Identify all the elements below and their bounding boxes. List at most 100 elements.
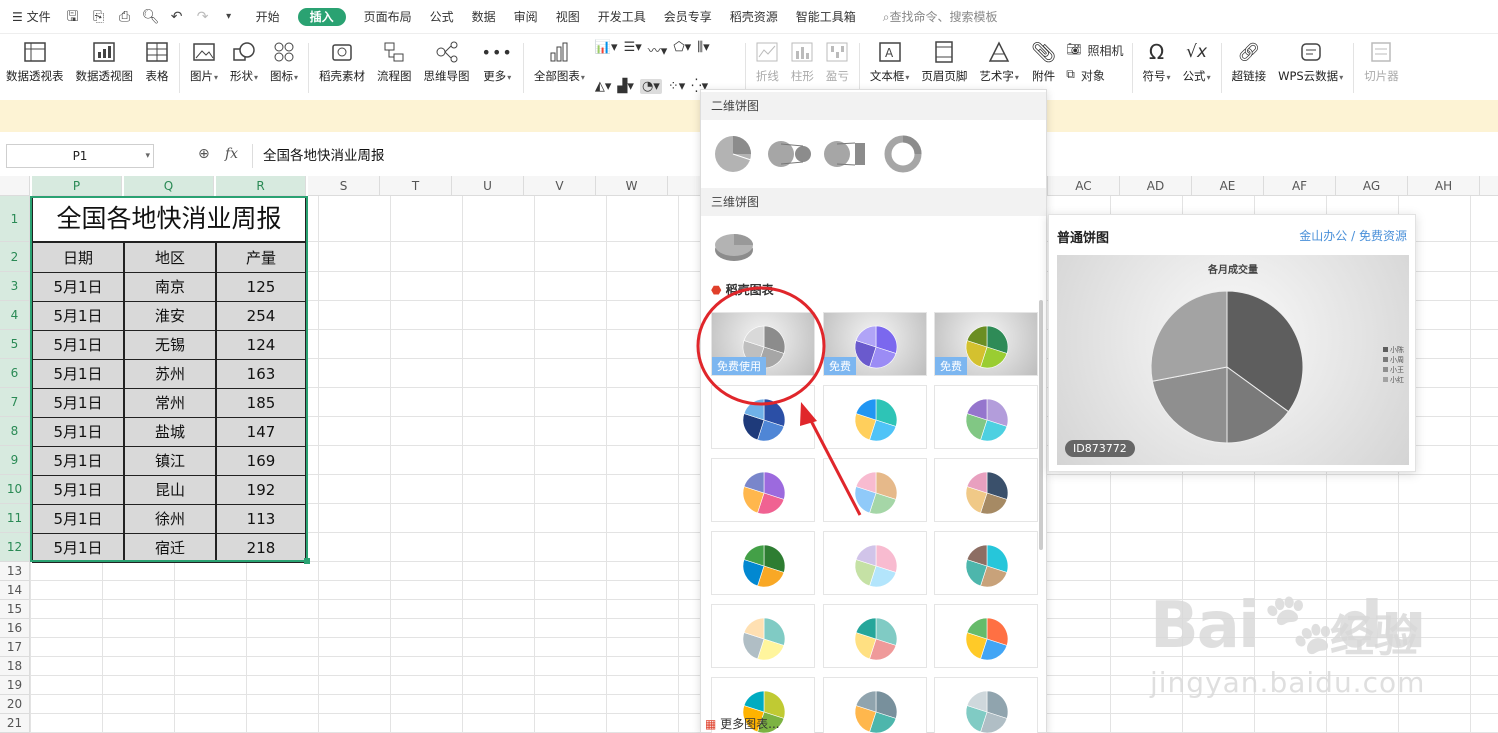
table-cell[interactable]: 124 [216,330,306,360]
table-cell[interactable]: 5月1日 [32,475,124,505]
header-footer-button[interactable]: 页眉页脚 [915,40,973,96]
sparkline-line-button[interactable]: 折线 [750,40,785,96]
row-header[interactable]: 16 [0,619,30,638]
chart-template-thumbnail[interactable]: 免费使用 [711,312,815,376]
tab-member[interactable]: 会员专享 [655,8,721,25]
row-header[interactable]: 2 [0,242,30,272]
symbol-button[interactable]: Ω 符号 [1137,40,1177,96]
shape-button[interactable]: 形状 [224,40,264,96]
table-cell[interactable]: 盐城 [124,417,216,447]
row-header[interactable]: 19 [0,676,30,695]
column-header[interactable]: AI [1480,176,1498,196]
table-cell[interactable]: 218 [216,533,306,563]
chart-template-thumbnail[interactable] [934,385,1038,449]
column-header[interactable]: P [32,176,122,196]
hyperlink-button[interactable]: 🔗︎ 超链接 [1226,40,1273,96]
table-header-cell[interactable]: 地区 [124,242,216,273]
export-icon[interactable]: ⎘ [90,8,108,26]
wordart-button[interactable]: 艺术字 [973,40,1025,96]
sparkline-winloss-button[interactable]: 盈亏 [820,40,855,96]
redo-icon[interactable]: ↷ [194,8,212,26]
tab-developer[interactable]: 开发工具 [589,8,655,25]
tab-formulas[interactable]: 公式 [421,8,463,25]
chart-template-thumbnail[interactable] [711,604,815,668]
table-cell[interactable]: 163 [216,359,306,389]
command-search[interactable]: ⌕查找命令、搜索模板 [865,8,1007,25]
quick-access-dropdown-icon[interactable]: ▾ [220,8,238,26]
bar-chart-icon[interactable]: ☰▾ [624,40,642,59]
column-header[interactable]: S [308,176,380,196]
wps-cloud-data-button[interactable]: WPS云数据 [1272,40,1349,96]
row-header[interactable]: 5 [0,330,30,359]
table-cell[interactable]: 镇江 [124,446,216,476]
table-cell[interactable]: 5月1日 [32,446,124,476]
table-cell[interactable]: 无锡 [124,330,216,360]
fx-icon[interactable]: fx [225,146,238,162]
column-header[interactable]: AH [1408,176,1480,196]
stock-chart-icon[interactable]: ⫼▾ [697,40,710,59]
chart-template-thumbnail[interactable]: 免费 [934,312,1038,376]
pivot-table-button[interactable]: 数据透视表 [0,40,70,96]
column-header[interactable]: W [596,176,668,196]
row-header[interactable]: 8 [0,417,30,446]
chart-template-thumbnail[interactable] [823,385,927,449]
table-cell[interactable]: 5月1日 [32,330,124,360]
print-icon[interactable]: ⎙ [116,8,134,26]
save-icon[interactable]: 🖫 [64,8,82,26]
table-cell[interactable]: 5月1日 [32,272,124,302]
column-header[interactable]: AE [1192,176,1264,196]
table-button[interactable]: 表格 [139,40,175,96]
flowchart-button[interactable]: 流程图 [371,40,418,96]
row-header[interactable]: 6 [0,359,30,388]
row-header[interactable]: 18 [0,657,30,676]
row-header[interactable]: 10 [0,475,30,504]
chart-template-thumbnail[interactable] [934,458,1038,522]
row-header[interactable]: 7 [0,388,30,417]
scatter-chart-icon[interactable]: ⁘▾ [668,79,685,94]
tab-smart-tools[interactable]: 智能工具箱 [787,8,865,25]
textbox-button[interactable]: A 文本框 [864,40,916,96]
table-cell[interactable]: 5月1日 [32,417,124,447]
bar-of-pie-option[interactable] [823,140,869,168]
column-header[interactable]: V [524,176,596,196]
preview-source-name[interactable]: 金山办公 [1299,229,1347,243]
object-button[interactable]: ⧉ 对象 [1066,67,1123,84]
tab-review[interactable]: 审阅 [505,8,547,25]
sparkline-column-button[interactable]: 柱形 [785,40,820,96]
area-chart-icon[interactable]: ◭▾ [595,79,612,94]
chart-template-thumbnail[interactable] [934,531,1038,595]
table-header-cell[interactable]: 产量 [216,242,306,273]
table-cell[interactable]: 常州 [124,388,216,418]
tab-docer[interactable]: 稻壳资源 [721,8,787,25]
row-header[interactable]: 20 [0,695,30,714]
table-cell[interactable]: 5月1日 [32,388,124,418]
tab-home[interactable]: 开始 [242,8,289,25]
dropdown-scrollbar[interactable] [1039,300,1043,550]
table-cell[interactable]: 苏州 [124,359,216,389]
row-header[interactable]: 1 [0,196,30,242]
tab-insert[interactable]: 插入 [289,8,355,26]
row-header[interactable]: 17 [0,638,30,657]
undo-icon[interactable]: ↶ [168,8,186,26]
chart-template-thumbnail[interactable] [934,604,1038,668]
table-cell[interactable]: 169 [216,446,306,476]
row-header[interactable]: 4 [0,301,30,330]
column-header[interactable]: AG [1336,176,1408,196]
row-header[interactable]: 3 [0,272,30,301]
icon-button[interactable]: 图标 [264,40,304,96]
table-cell[interactable]: 徐州 [124,504,216,534]
column-header[interactable]: AD [1120,176,1192,196]
chart-template-thumbnail[interactable] [823,531,927,595]
row-header[interactable]: 12 [0,533,30,562]
picture-button[interactable]: 图片 [184,40,224,96]
row-header[interactable]: 15 [0,600,30,619]
tab-view[interactable]: 视图 [547,8,589,25]
table-cell[interactable]: 南京 [124,272,216,302]
print-preview-icon[interactable]: 🔍︎ [142,8,160,26]
table-cell[interactable]: 125 [216,272,306,302]
chart-template-thumbnail[interactable] [823,458,927,522]
line-chart-icon[interactable]: 〰▾ [648,40,668,59]
zoom-search-icon[interactable]: ⊕ [198,146,210,162]
row-header[interactable]: 13 [0,562,30,581]
mindmap-button[interactable]: 思维导图 [418,40,476,96]
